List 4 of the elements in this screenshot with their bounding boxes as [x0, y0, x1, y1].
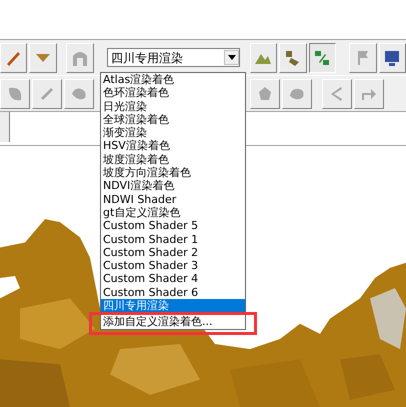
shader-combo[interactable]: 四川专用渲染	[106, 48, 240, 67]
shader-option[interactable]: 四川专用渲染	[101, 299, 245, 312]
side-button[interactable]	[0, 112, 10, 142]
toolbar-button[interactable]	[308, 42, 336, 72]
